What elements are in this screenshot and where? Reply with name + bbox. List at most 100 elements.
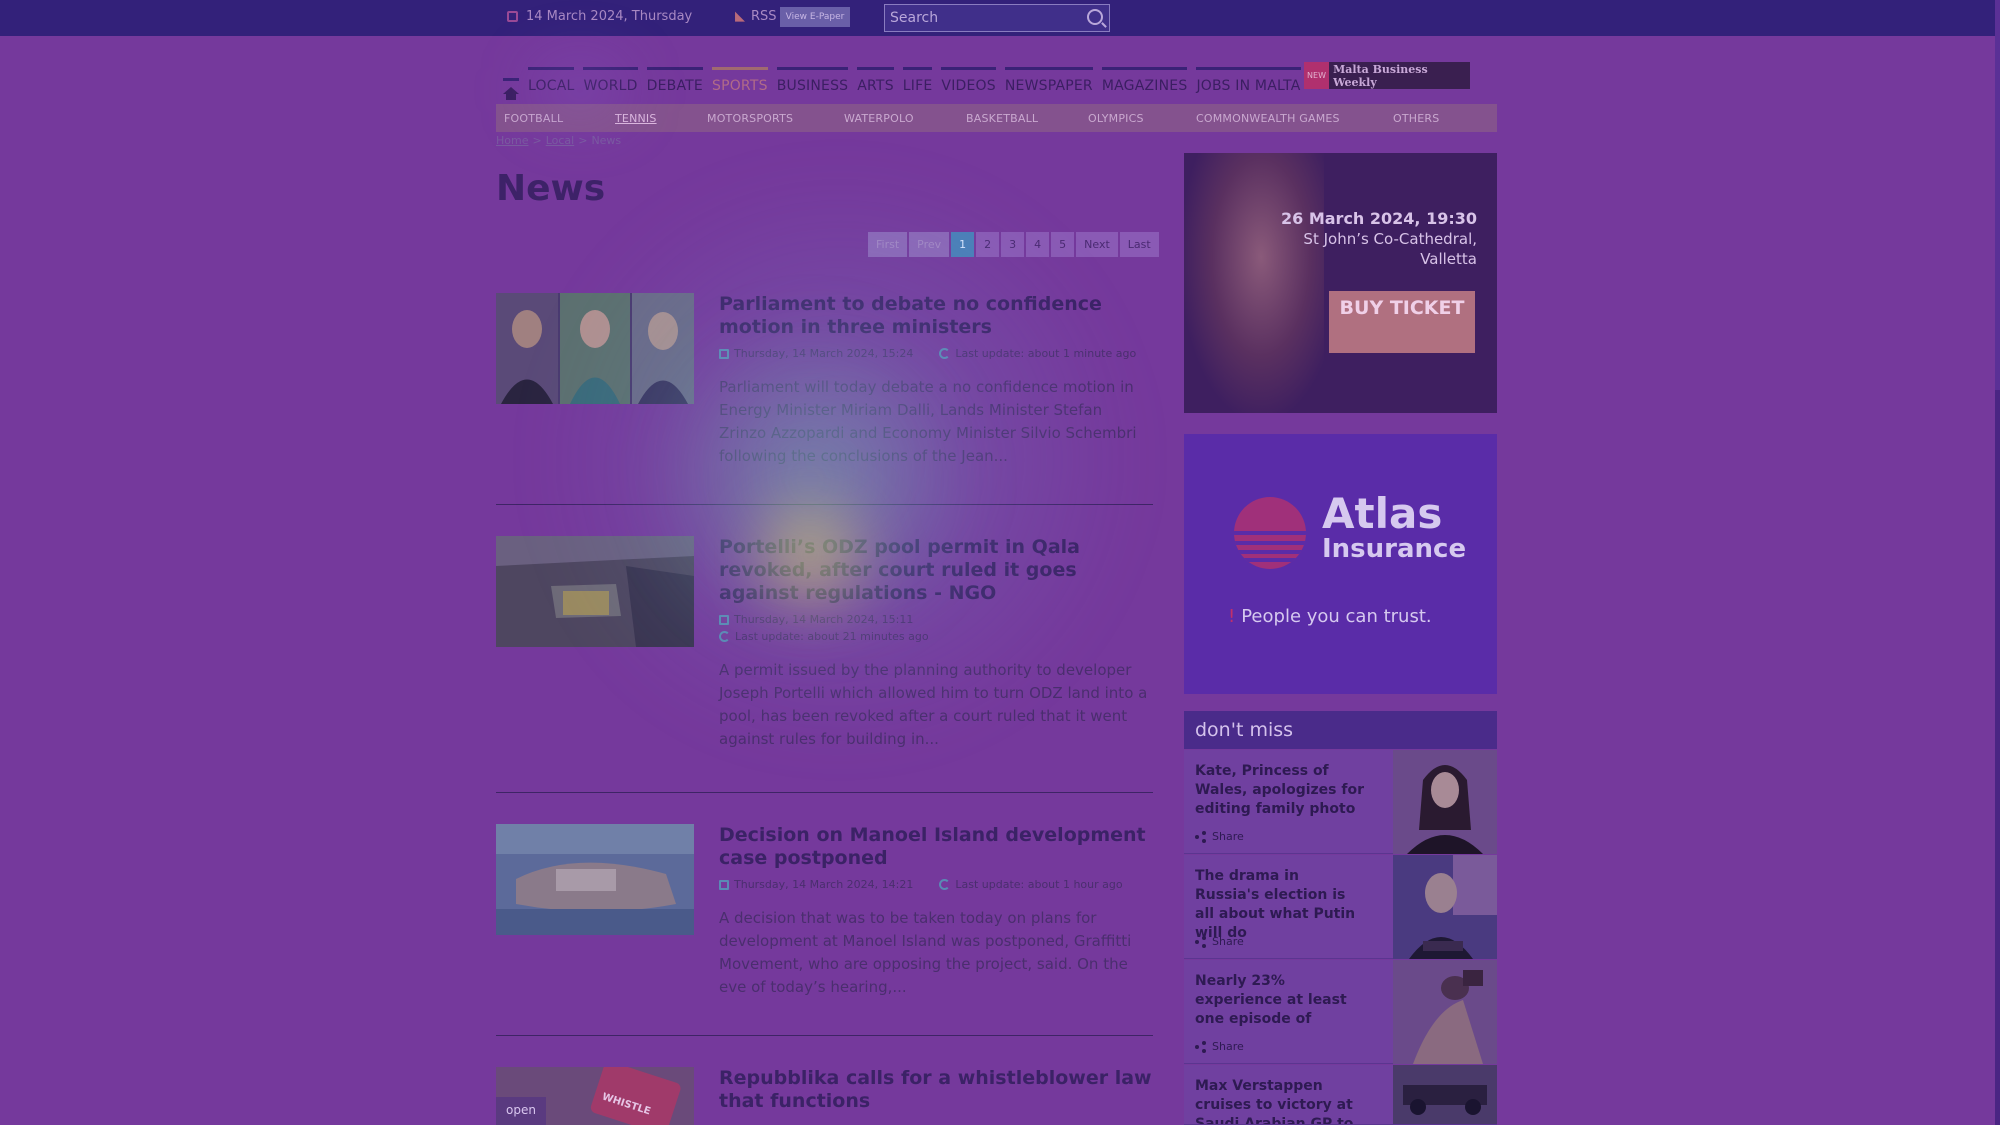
epaper-button[interactable]: View E-Paper bbox=[780, 7, 850, 27]
atlas-logo-icon bbox=[1234, 497, 1306, 569]
nav-arts[interactable]: ARTS bbox=[857, 67, 894, 94]
update-icon bbox=[939, 879, 951, 890]
share-button[interactable]: Share bbox=[1195, 830, 1244, 843]
nav-newspaper[interactable]: NEWSPAPER bbox=[1004, 67, 1093, 94]
atlas-insurance-ad[interactable]: Atlas Insurance ! People you can trust. bbox=[1184, 434, 1497, 694]
article-date: Thursday, 14 March 2024, 15:24 bbox=[734, 347, 914, 360]
ad-brand: Atlas bbox=[1322, 489, 1443, 538]
calendar-icon bbox=[719, 879, 729, 890]
page-next[interactable]: Next bbox=[1076, 232, 1118, 257]
page-title: News bbox=[496, 168, 606, 209]
article-meta: Thursday, 14 March 2024, 15:11 Last upda… bbox=[719, 613, 1153, 643]
update-icon bbox=[939, 348, 951, 359]
scrollbar-thumb[interactable] bbox=[1995, 390, 2000, 1125]
share-button[interactable]: Share bbox=[1195, 935, 1244, 948]
dont-miss-title[interactable]: Max Verstappen cruises to victory at Sau… bbox=[1195, 1077, 1365, 1124]
article-excerpt: A permit issued by the planning authorit… bbox=[719, 661, 1148, 748]
nav-debate[interactable]: DEBATE bbox=[646, 67, 703, 94]
main-nav: LOCAL WORLD DEBATE SPORTS BUSINESS ARTS … bbox=[503, 62, 1310, 100]
dont-miss-thumbnail[interactable] bbox=[1393, 960, 1497, 1064]
sports-subnav: FOOTBALL TENNIS MOTORSPORTS WATERPOLO BA… bbox=[496, 104, 1497, 132]
article-divider bbox=[496, 504, 1153, 505]
update-icon bbox=[719, 631, 730, 642]
dont-miss-title[interactable]: Nearly 23% experience at least one episo… bbox=[1195, 972, 1365, 1029]
subnav-olympics[interactable]: OLYMPICS bbox=[1088, 112, 1144, 125]
dont-miss-title[interactable]: Kate, Princess of Wales, apologizes for … bbox=[1195, 762, 1365, 819]
search-icon[interactable] bbox=[1087, 9, 1103, 25]
nav-home[interactable] bbox=[503, 78, 519, 100]
dont-miss-title[interactable]: The drama in Russia's election is all ab… bbox=[1195, 867, 1365, 943]
article-thumbnail[interactable] bbox=[496, 293, 694, 404]
article-excerpt: Parliament will today debate a no confid… bbox=[719, 378, 1137, 465]
page-first[interactable]: First bbox=[868, 232, 908, 257]
subnav-commonwealth-games[interactable]: COMMONWEALTH GAMES bbox=[1196, 112, 1340, 125]
ad-date: 26 March 2024, 19:30 bbox=[1281, 209, 1477, 228]
article-thumbnail[interactable] bbox=[496, 824, 694, 935]
article-date: Thursday, 14 March 2024, 15:11 bbox=[734, 613, 914, 626]
search-box bbox=[884, 4, 1110, 32]
subnav-football[interactable]: FOOTBALL bbox=[504, 112, 563, 125]
page-prev[interactable]: Prev bbox=[909, 232, 950, 257]
subnav-others[interactable]: OTHERS bbox=[1393, 112, 1439, 125]
article-updated: Last update: about 21 minutes ago bbox=[735, 630, 929, 643]
nav-local[interactable]: LOCAL bbox=[528, 67, 575, 94]
article-title[interactable]: Repubblika calls for a whistleblower law… bbox=[719, 1067, 1153, 1113]
breadcrumb-current: News bbox=[591, 134, 622, 147]
search-input[interactable] bbox=[885, 5, 1075, 31]
malta-business-weekly-link[interactable]: NEW Malta Business Weekly bbox=[1304, 62, 1470, 89]
page-2[interactable]: 2 bbox=[976, 232, 1000, 257]
concert-ad[interactable]: 26 March 2024, 19:30 St John’s Co-Cathed… bbox=[1184, 153, 1497, 413]
subnav-motorsports[interactable]: MOTORSPORTS bbox=[707, 112, 793, 125]
article-updated: Last update: about 1 hour ago bbox=[955, 878, 1123, 891]
article-updated: Last update: about 1 minute ago bbox=[955, 347, 1137, 360]
calendar-icon bbox=[719, 348, 729, 359]
ad-brand-sub: Insurance bbox=[1322, 534, 1467, 564]
nav-world[interactable]: WORLD bbox=[583, 67, 638, 94]
subnav-tennis[interactable]: TENNIS bbox=[615, 112, 657, 125]
dont-miss-item[interactable]: The drama in Russia's election is all ab… bbox=[1184, 855, 1497, 959]
new-badge: NEW bbox=[1304, 62, 1330, 89]
subnav-waterpolo[interactable]: WATERPOLO bbox=[844, 112, 914, 125]
nav-sports[interactable]: SPORTS bbox=[711, 67, 768, 94]
subnav-basketball[interactable]: BASKETBALL bbox=[966, 112, 1038, 125]
dont-miss-item[interactable]: Nearly 23% experience at least one episo… bbox=[1184, 960, 1497, 1064]
rss-link[interactable]: ◣ RSS bbox=[735, 9, 777, 24]
article-item: open WHISTLE Repubblika calls for a whis… bbox=[496, 1067, 1153, 1125]
article-divider bbox=[496, 792, 1153, 793]
article-title[interactable]: Parliament to debate no confidence motio… bbox=[719, 293, 1153, 339]
share-button[interactable]: Share bbox=[1195, 1040, 1244, 1053]
page-1[interactable]: 1 bbox=[951, 232, 975, 257]
mbw-label: Malta Business Weekly bbox=[1333, 62, 1428, 89]
page-3[interactable]: 3 bbox=[1001, 232, 1025, 257]
breadcrumb-local[interactable]: Local bbox=[546, 134, 575, 147]
nav-magazines[interactable]: MAGAZINES bbox=[1101, 67, 1188, 94]
nav-life[interactable]: LIFE bbox=[902, 67, 933, 94]
article-thumbnail[interactable]: open WHISTLE bbox=[496, 1067, 694, 1125]
ad-tagline: ! People you can trust. bbox=[1228, 606, 1432, 627]
nav-jobs-in-malta[interactable]: JOBS IN MALTA bbox=[1196, 67, 1301, 94]
article-divider bbox=[496, 1035, 1153, 1036]
nav-videos[interactable]: VIDEOS bbox=[941, 67, 996, 94]
dont-miss-item[interactable]: Kate, Princess of Wales, apologizes for … bbox=[1184, 750, 1497, 854]
page-4[interactable]: 4 bbox=[1026, 232, 1050, 257]
buy-ticket-button[interactable]: BUY TICKET bbox=[1329, 291, 1475, 353]
dont-miss-item[interactable]: Max Verstappen cruises to victory at Sau… bbox=[1184, 1065, 1497, 1125]
breadcrumb-home[interactable]: Home bbox=[496, 134, 528, 147]
article-thumbnail[interactable] bbox=[496, 536, 694, 647]
dont-miss-thumbnail[interactable] bbox=[1393, 1065, 1497, 1125]
page-last[interactable]: Last bbox=[1119, 232, 1159, 257]
dont-miss-thumbnail[interactable] bbox=[1393, 750, 1497, 854]
pagination: First Prev 1 2 3 4 5 Next Last bbox=[868, 232, 1159, 257]
thumb-badge: open bbox=[506, 1103, 536, 1117]
page-5[interactable]: 5 bbox=[1051, 232, 1075, 257]
top-bar: 14 March 2024, Thursday ◣ RSS View E-Pap… bbox=[0, 0, 1995, 36]
article-excerpt: A decision that was to be taken today on… bbox=[719, 909, 1132, 996]
nav-business[interactable]: BUSINESS bbox=[776, 67, 849, 94]
dont-miss-thumbnail[interactable] bbox=[1393, 855, 1497, 959]
article-title[interactable]: Portelli’s ODZ pool permit in Qala revok… bbox=[719, 536, 1153, 605]
rss-icon: ◣ bbox=[735, 9, 745, 24]
calendar-icon bbox=[719, 614, 729, 625]
article-title[interactable]: Decision on Manoel Island development ca… bbox=[719, 824, 1153, 870]
share-icon bbox=[1195, 1041, 1207, 1053]
tag-mark-icon: ! bbox=[1228, 606, 1236, 627]
